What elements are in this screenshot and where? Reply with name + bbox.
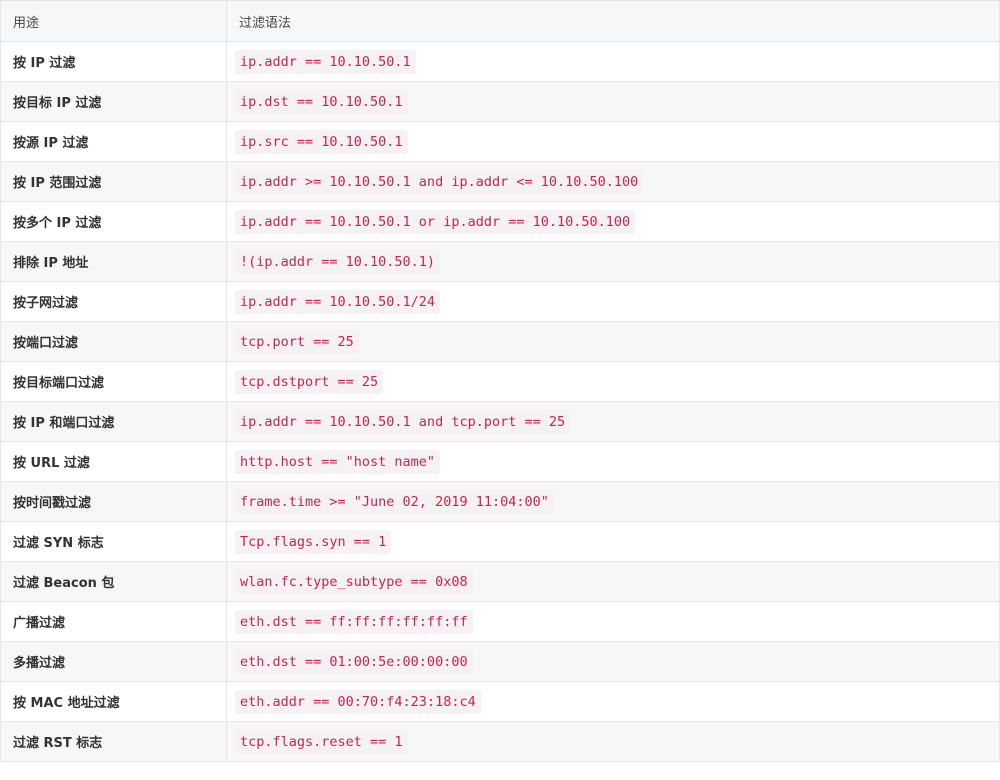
table-row: 按多个 IP 过滤 ip.addr == 10.10.50.1 or ip.add… (0, 201, 1000, 242)
syntax-cell: ip.addr == 10.10.50.1/24 (226, 281, 1000, 322)
column-header-purpose: 用途 (0, 0, 227, 42)
syntax-cell: ip.addr == 10.10.50.1 and tcp.port == 25 (226, 401, 1000, 442)
filter-syntax-table: 用途 过滤语法 按 IP 过滤 ip.addr == 10.10.50.1 按目标… (0, 0, 1000, 762)
purpose-cell: 排除 IP 地址 (0, 241, 227, 282)
table-row: 过滤 RST 标志 tcp.flags.reset == 1 (0, 721, 1000, 762)
syntax-cell: tcp.flags.reset == 1 (226, 721, 1000, 762)
table-row: 按源 IP 过滤 ip.src == 10.10.50.1 (0, 121, 1000, 162)
filter-expression: eth.dst == 01:00:5e:00:00:00 (235, 649, 473, 674)
syntax-cell: ip.src == 10.10.50.1 (226, 121, 1000, 162)
syntax-cell: wlan.fc.type_subtype == 0x08 (226, 561, 1000, 602)
filter-expression: ip.src == 10.10.50.1 (235, 129, 408, 154)
syntax-cell: tcp.port == 25 (226, 321, 1000, 362)
table-body: 按 IP 过滤 ip.addr == 10.10.50.1 按目标 IP 过滤 ip… (0, 41, 1000, 762)
purpose-cell: 按 MAC 地址过滤 (0, 681, 227, 722)
table-row: 广播过滤 eth.dst == ff:ff:ff:ff:ff:ff (0, 601, 1000, 642)
purpose-cell: 按子网过滤 (0, 281, 227, 322)
table-row: 按 IP 过滤 ip.addr == 10.10.50.1 (0, 41, 1000, 82)
filter-expression: frame.time >= "June 02, 2019 11:04:00" (235, 489, 554, 514)
filter-expression: http.host == "host name" (235, 449, 441, 474)
table-row: 多播过滤 eth.dst == 01:00:5e:00:00:00 (0, 641, 1000, 682)
syntax-cell: tcp.dstport == 25 (226, 361, 1000, 402)
purpose-cell: 按目标 IP 过滤 (0, 81, 227, 122)
filter-expression: ip.addr >= 10.10.50.1 and ip.addr <= 10.… (235, 169, 644, 194)
filter-expression: ip.addr == 10.10.50.1 and tcp.port == 25 (235, 409, 571, 434)
filter-expression: Tcp.flags.syn == 1 (235, 529, 392, 554)
table-row: 按时间戳过滤 frame.time >= "June 02, 2019 11:04… (0, 481, 1000, 522)
table-row: 按目标 IP 过滤 ip.dst == 10.10.50.1 (0, 81, 1000, 122)
syntax-cell: eth.dst == ff:ff:ff:ff:ff:ff (226, 601, 1000, 642)
table-row: 过滤 SYN 标志 Tcp.flags.syn == 1 (0, 521, 1000, 562)
table-row: 按 IP 和端口过滤 ip.addr == 10.10.50.1 and tcp.… (0, 401, 1000, 442)
syntax-cell: ip.addr == 10.10.50.1 or ip.addr == 10.1… (226, 201, 1000, 242)
purpose-cell: 按时间戳过滤 (0, 481, 227, 522)
purpose-cell: 过滤 SYN 标志 (0, 521, 227, 562)
syntax-cell: frame.time >= "June 02, 2019 11:04:00" (226, 481, 1000, 522)
filter-expression: tcp.flags.reset == 1 (235, 729, 408, 754)
filter-expression: ip.dst == 10.10.50.1 (235, 89, 408, 114)
purpose-cell: 按 IP 过滤 (0, 41, 227, 82)
table-row: 按 URL 过滤 http.host == "host name" (0, 441, 1000, 482)
table-row: 按子网过滤 ip.addr == 10.10.50.1/24 (0, 281, 1000, 322)
column-header-syntax: 过滤语法 (226, 0, 1000, 42)
syntax-cell: eth.dst == 01:00:5e:00:00:00 (226, 641, 1000, 682)
syntax-cell: ip.addr >= 10.10.50.1 and ip.addr <= 10.… (226, 161, 1000, 202)
filter-expression: eth.addr == 00:70:f4:23:18:c4 (235, 689, 481, 714)
purpose-cell: 过滤 Beacon 包 (0, 561, 227, 602)
filter-expression: !(ip.addr == 10.10.50.1) (235, 249, 441, 274)
filter-expression: tcp.dstport == 25 (235, 369, 384, 394)
table-row: 按 MAC 地址过滤 eth.addr == 00:70:f4:23:18:c4 (0, 681, 1000, 722)
filter-expression: ip.addr == 10.10.50.1 or ip.addr == 10.1… (235, 209, 636, 234)
table-row: 按端口过滤 tcp.port == 25 (0, 321, 1000, 362)
syntax-cell: ip.addr == 10.10.50.1 (226, 41, 1000, 82)
filter-expression: ip.addr == 10.10.50.1 (235, 49, 416, 74)
filter-expression: tcp.port == 25 (235, 329, 359, 354)
purpose-cell: 按 IP 和端口过滤 (0, 401, 227, 442)
purpose-cell: 按 IP 范围过滤 (0, 161, 227, 202)
purpose-cell: 按目标端口过滤 (0, 361, 227, 402)
filter-expression: ip.addr == 10.10.50.1/24 (235, 289, 441, 314)
purpose-cell: 按源 IP 过滤 (0, 121, 227, 162)
table-header-row: 用途 过滤语法 (0, 0, 1000, 42)
syntax-cell: !(ip.addr == 10.10.50.1) (226, 241, 1000, 282)
purpose-cell: 按端口过滤 (0, 321, 227, 362)
table-row: 过滤 Beacon 包 wlan.fc.type_subtype == 0x08 (0, 561, 1000, 602)
purpose-cell: 按 URL 过滤 (0, 441, 227, 482)
syntax-cell: Tcp.flags.syn == 1 (226, 521, 1000, 562)
table-row: 按 IP 范围过滤 ip.addr >= 10.10.50.1 and ip.ad… (0, 161, 1000, 202)
syntax-cell: eth.addr == 00:70:f4:23:18:c4 (226, 681, 1000, 722)
syntax-cell: ip.dst == 10.10.50.1 (226, 81, 1000, 122)
table-row: 按目标端口过滤 tcp.dstport == 25 (0, 361, 1000, 402)
purpose-cell: 广播过滤 (0, 601, 227, 642)
purpose-cell: 多播过滤 (0, 641, 227, 682)
table-row: 排除 IP 地址 !(ip.addr == 10.10.50.1) (0, 241, 1000, 282)
syntax-cell: http.host == "host name" (226, 441, 1000, 482)
filter-expression: eth.dst == ff:ff:ff:ff:ff:ff (235, 609, 473, 634)
purpose-cell: 过滤 RST 标志 (0, 721, 227, 762)
filter-expression: wlan.fc.type_subtype == 0x08 (235, 569, 473, 594)
purpose-cell: 按多个 IP 过滤 (0, 201, 227, 242)
